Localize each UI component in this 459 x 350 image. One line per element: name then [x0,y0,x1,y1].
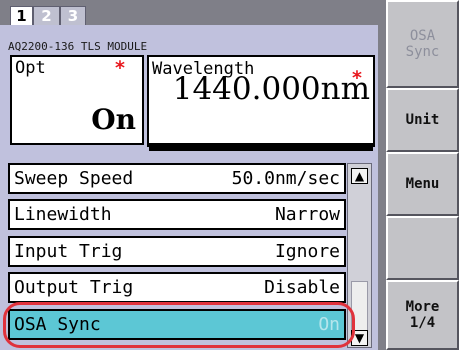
blank-softkey[interactable] [386,216,459,280]
osa-sync-softkey[interactable]: OSA Sync [386,0,459,88]
param-value: Disable [264,277,340,298]
opt-value: On [91,103,136,136]
param-row-output-trig[interactable]: Output Trig Disable [8,272,346,303]
tab-2[interactable]: 2 [33,6,60,25]
param-row-input-trig[interactable]: Input Trig Ignore [8,236,346,267]
wavelength-value: 1440.000nm [172,71,370,107]
param-label: Sweep Speed [14,168,134,189]
wavelength-divider [149,143,373,151]
param-row-sweep-speed[interactable]: Sweep Speed 50.0nm/sec [8,163,346,194]
scroll-up-arrow-icon[interactable]: ▲ [351,168,368,184]
param-value: 50.0nm/sec [231,168,340,189]
wavelength-box[interactable]: Wavelength * 1440.000nm [147,55,375,147]
opt-label: Opt [15,58,46,78]
unit-softkey[interactable]: Unit [386,88,459,152]
param-label: Input Trig [14,241,123,262]
more-softkey[interactable]: More 1/4 [386,280,459,350]
param-value: Ignore [274,241,340,262]
tab-1[interactable]: 1 [10,6,33,25]
param-row-linewidth[interactable]: Linewidth Narrow [8,199,346,230]
module-title: AQ2200-136 TLS MODULE [8,40,148,53]
param-value: Narrow [274,204,340,225]
opt-required-mark: * [115,57,125,79]
tab-3[interactable]: 3 [60,6,86,25]
param-label: Linewidth [14,204,112,225]
opt-box[interactable]: Opt * On [10,55,144,145]
menu-softkey[interactable]: Menu [386,152,459,216]
osa-sync-highlight-ring [3,302,355,348]
param-label: Output Trig [14,277,134,298]
